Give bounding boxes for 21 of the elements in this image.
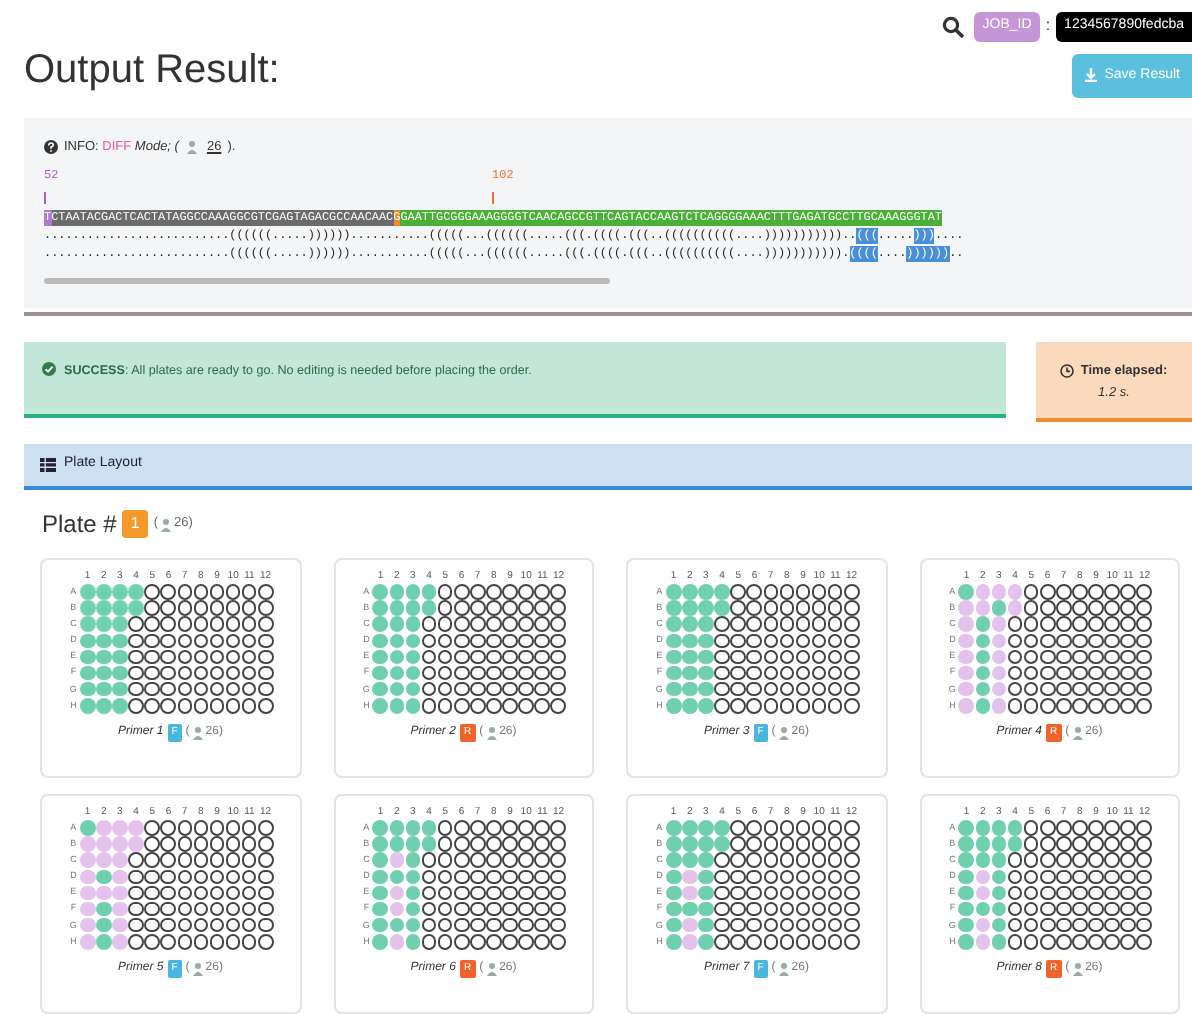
person-icon bbox=[1071, 726, 1084, 740]
person-icon bbox=[1071, 962, 1084, 976]
separator: : bbox=[1045, 14, 1051, 39]
search-icon bbox=[942, 15, 965, 38]
clock-icon bbox=[1060, 364, 1075, 379]
person-icon bbox=[191, 726, 204, 740]
person-icon bbox=[159, 517, 172, 531]
person-icon bbox=[485, 726, 498, 740]
person-icon bbox=[485, 962, 498, 976]
question-icon bbox=[44, 140, 58, 155]
check-circle-icon bbox=[42, 362, 56, 376]
person-icon bbox=[186, 140, 199, 155]
plate-label: Plate # bbox=[42, 508, 117, 542]
plate-number: 1 bbox=[122, 510, 148, 538]
person-icon bbox=[191, 962, 204, 976]
person-icon bbox=[777, 962, 790, 976]
scrollbar[interactable] bbox=[44, 277, 610, 284]
page-title: Output Result: bbox=[24, 46, 280, 96]
grid-icon bbox=[40, 458, 56, 472]
download-icon bbox=[1084, 68, 1099, 83]
person-icon bbox=[777, 726, 790, 740]
